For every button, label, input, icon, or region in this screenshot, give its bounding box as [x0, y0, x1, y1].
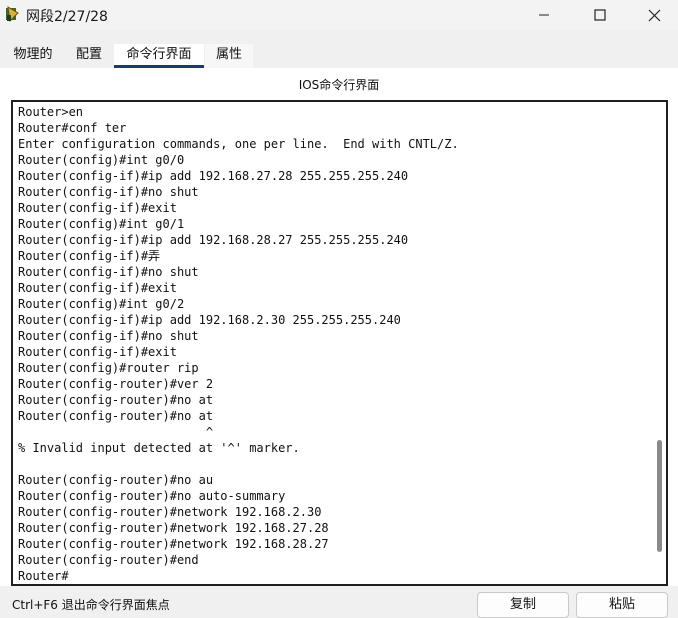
console-line: Router(config-router)#ver 2 [18, 377, 214, 391]
console-line: Router# [18, 569, 69, 583]
tab-config[interactable]: 配置 [66, 44, 112, 68]
console-line: Router(config-router)#no at [18, 409, 214, 423]
console-line: Router(config)#int g0/0 [18, 153, 185, 167]
console-line: Router>en [18, 105, 84, 119]
console-line: Router(config-if)#exit [18, 201, 177, 215]
scrollbar-thumb[interactable] [657, 440, 662, 552]
console-line: Router(config)#int g0/2 [18, 297, 185, 311]
close-button[interactable] [630, 0, 678, 30]
console-line: Router(config-router)#no at [18, 393, 214, 407]
console-line: Router(config-if)#ip add 192.168.27.28 2… [18, 169, 409, 183]
console-line: Router(config-if)#exit [18, 345, 177, 359]
maximize-button[interactable] [574, 0, 626, 30]
router-app-icon [6, 6, 19, 23]
console-line: Router(config-router)#network 192.168.28… [18, 537, 329, 551]
console-output: Router>en Router#conf ter Enter configurat… [18, 104, 652, 584]
console-line: Router(config-if)#ip add 192.168.2.30 25… [18, 313, 401, 327]
window-title: 网段2/27/28 [26, 9, 108, 25]
panel-title: IOS命令行界面 [298, 78, 380, 92]
console-line: Router(config-router)#network 192.168.2.… [18, 505, 322, 519]
console-scrollbar[interactable] [654, 102, 664, 584]
tab-attributes[interactable]: 属性 [205, 44, 253, 68]
tab-physical[interactable]: 物理的 [4, 44, 62, 68]
console-line: ^ [18, 425, 214, 439]
console-line: Router(config-if)#弄 [18, 249, 161, 263]
focus-hint: Ctrl+F6 退出命令行界面焦点 [12, 598, 170, 612]
console-line: Router(config-router)#network 192.168.27… [18, 521, 329, 535]
console-line: Router(config-if)#no shut [18, 185, 199, 199]
console-line: Router(config-router)#end [18, 553, 199, 567]
console-line: Enter configuration commands, one per li… [18, 137, 459, 151]
console-line: Router(config-if)#ip add 192.168.28.27 2… [18, 233, 409, 247]
cli-console[interactable]: Router>en Router#conf ter Enter configurat… [11, 100, 668, 586]
paste-button[interactable]: 粘贴 [576, 592, 668, 618]
maximize-icon [594, 9, 606, 21]
console-line: Router(config-router)#no auto-summary [18, 489, 286, 503]
console-line: Router#conf ter [18, 121, 127, 135]
close-icon [648, 9, 660, 21]
console-line: Router(config)#router rip [18, 361, 199, 375]
minimize-button[interactable] [518, 0, 570, 30]
console-line: % Invalid input detected at '^' marker. [18, 441, 300, 455]
tab-bar: 物理的 配置 命令行界面 属性 [0, 44, 678, 68]
console-line: Router(config-if)#exit [18, 281, 177, 295]
console-line: Router(config-if)#no shut [18, 265, 199, 279]
tab-cli[interactable]: 命令行界面 [114, 44, 204, 68]
copy-button[interactable]: 复制 [477, 592, 569, 618]
console-line: Router(config)#int g0/1 [18, 217, 185, 231]
console-line: Router(config-if)#no shut [18, 329, 199, 343]
minimize-icon [539, 14, 549, 16]
console-line: Router(config-router)#no au [18, 473, 214, 487]
title-bar: 网段2/27/28 [0, 0, 678, 30]
